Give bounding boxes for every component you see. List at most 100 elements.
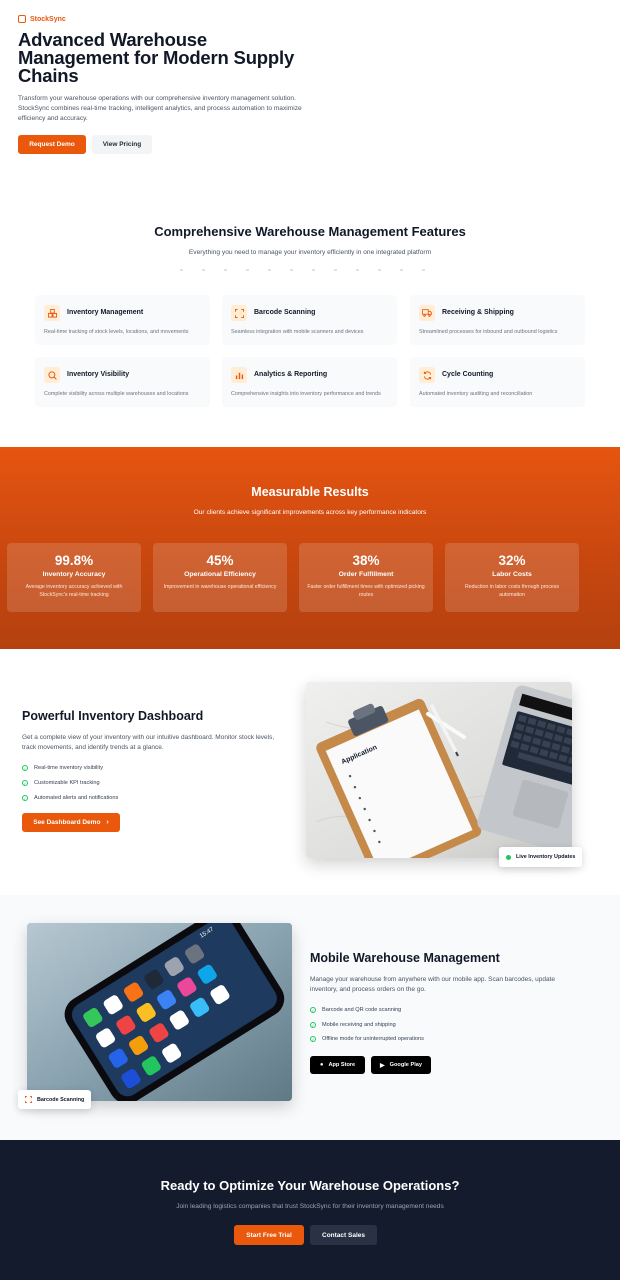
- feature-card-analytics-reporting: Analytics & Reporting Comprehensive insi…: [222, 357, 397, 407]
- see-dashboard-demo-button[interactable]: See Dashboard Demo ›: [22, 813, 120, 832]
- feature-card-description: Comprehensive insights into inventory pe…: [231, 391, 381, 397]
- check-circle-icon: ✓: [310, 1036, 316, 1042]
- stat-card-inventory-accuracy: 99.8% Inventory Accuracy Average invento…: [7, 543, 141, 612]
- contact-sales-button[interactable]: Contact Sales: [310, 1225, 377, 1245]
- features-section: Comprehensive Warehouse Management Featu…: [0, 200, 620, 447]
- status-dot: [506, 854, 511, 860]
- stat-value: 45%: [206, 553, 234, 568]
- check-circle-icon: ✓: [310, 1022, 316, 1028]
- dashboard-title: Powerful Inventory Dashboard: [22, 709, 204, 723]
- check-item-label: Customizable KPI tracking: [34, 780, 100, 786]
- search-icon: [44, 367, 60, 383]
- feature-card-title: Cycle Counting: [442, 371, 494, 378]
- badge-label: Barcode Scanning: [37, 1096, 85, 1103]
- badge-label: Live Inventory Updates: [516, 854, 576, 860]
- stat-value: 99.8%: [54, 553, 94, 568]
- check-item: ✓ Offline mode for uninterrupted operati…: [310, 1036, 424, 1042]
- dashboard-description: Get a complete view of your inventory wi…: [22, 734, 275, 751]
- mobile-title: Mobile Warehouse Management: [310, 951, 500, 965]
- check-circle-icon: ✓: [22, 795, 28, 801]
- stat-label: Operational Efficiency: [184, 571, 256, 578]
- google-play-label: Google Play: [389, 1062, 422, 1068]
- feature-card-description: Streamlined processes for inbound and ou…: [419, 329, 558, 335]
- feature-card-cycle-counting: Cycle Counting Automated inventory audit…: [410, 357, 585, 407]
- google-play-icon: ▶: [380, 1062, 385, 1069]
- google-play-button[interactable]: ▶ Google Play: [371, 1056, 431, 1074]
- results-subtitle: Our clients achieve significant improvem…: [193, 509, 427, 516]
- stat-card-operational-efficiency: 45% Operational Efficiency Improvement i…: [153, 543, 287, 612]
- logo-icon: [18, 15, 26, 23]
- view-pricing-button[interactable]: View Pricing: [92, 135, 152, 154]
- stat-card-labor-costs: 32% Labor Costs Reduction in labor costs…: [445, 543, 579, 612]
- scan-icon: [231, 305, 247, 321]
- button-label: See Dashboard Demo: [33, 819, 101, 826]
- feature-card-title: Inventory Management: [67, 309, 144, 316]
- stat-value: 38%: [352, 553, 380, 568]
- check-item-label: Mobile receiving and shipping: [322, 1022, 396, 1028]
- clipboard-laptop-image: Application: [306, 682, 572, 858]
- feature-card-description: Real-time tracking of stock levels, loca…: [44, 329, 189, 335]
- smartphone-image: 15:47: [27, 923, 292, 1101]
- decorative-divider: [180, 269, 430, 271]
- feature-card-description: Complete visibility across multiple ware…: [44, 391, 189, 397]
- feature-card-title: Receiving & Shipping: [442, 309, 514, 316]
- stat-value: 32%: [498, 553, 526, 568]
- app-store-button[interactable]: ● App Store: [310, 1056, 365, 1074]
- feature-card-inventory-visibility: Inventory Visibility Complete visibility…: [35, 357, 210, 407]
- check-circle-icon: ✓: [310, 1007, 316, 1013]
- stat-label: Inventory Accuracy: [42, 571, 106, 578]
- start-free-trial-button[interactable]: Start Free Trial: [234, 1225, 304, 1245]
- chart-icon: [231, 367, 247, 383]
- feature-card-title: Inventory Visibility: [67, 371, 130, 378]
- mobile-description: Manage your warehouse from anywhere with…: [310, 976, 555, 993]
- scan-icon: [25, 1096, 32, 1103]
- brand-logo[interactable]: StockSync: [18, 15, 66, 23]
- stat-label: Labor Costs: [492, 571, 532, 578]
- hero-title: Advanced Warehouse Management for Modern…: [18, 29, 295, 86]
- check-item: ✓ Automated alerts and notifications: [22, 795, 118, 801]
- stat-description: Improvement in warehouse operational eff…: [163, 584, 277, 590]
- check-item: ✓ Mobile receiving and shipping: [310, 1022, 396, 1028]
- boxes-icon: [44, 305, 60, 321]
- check-item-label: Automated alerts and notifications: [34, 795, 119, 801]
- apple-icon: ●: [319, 1062, 324, 1068]
- stat-label: Order Fulfillment: [338, 571, 394, 578]
- feature-card-description: Seamless integration with mobile scanner…: [231, 329, 364, 335]
- refresh-icon: [419, 367, 435, 383]
- truck-icon: [419, 305, 435, 321]
- features-title: Comprehensive Warehouse Management Featu…: [154, 224, 466, 239]
- feature-card-inventory-management: Inventory Management Real-time tracking …: [35, 295, 210, 345]
- check-item-label: Barcode and QR code scanning: [322, 1007, 402, 1013]
- brand-name: StockSync: [30, 15, 66, 23]
- cta-subtitle: Join leading logistics companies that tr…: [176, 1203, 444, 1210]
- cta-section: Ready to Optimize Your Warehouse Operati…: [0, 1140, 620, 1280]
- check-item: ✓ Real-time inventory visibility: [22, 765, 103, 771]
- stat-description: Reduction in labor costs through process…: [464, 584, 559, 598]
- live-inventory-badge: Live Inventory Updates: [499, 847, 583, 867]
- feature-card-receiving-shipping: Receiving & Shipping Streamlined process…: [410, 295, 585, 345]
- chevron-right-icon: ›: [106, 819, 109, 826]
- features-subtitle: Everything you need to manage your inven…: [188, 249, 432, 256]
- check-item-label: Offline mode for uninterrupted operation…: [322, 1036, 424, 1042]
- check-circle-icon: ✓: [22, 765, 28, 771]
- barcode-scanning-badge: Barcode Scanning: [18, 1090, 92, 1109]
- hero-section: StockSync Advanced Warehouse Management …: [0, 0, 620, 200]
- feature-card-description: Automated inventory auditing and reconci…: [419, 391, 533, 397]
- hero-description: Transform your warehouse operations with…: [18, 95, 302, 123]
- feature-card-barcode-scanning: Barcode Scanning Seamless integration wi…: [222, 295, 397, 345]
- request-demo-button[interactable]: Request Demo: [18, 135, 86, 154]
- results-title: Measurable Results: [251, 485, 369, 499]
- results-section: Measurable Results Our clients achieve s…: [0, 447, 620, 649]
- stat-description: Average inventory accuracy achieved with…: [25, 584, 123, 598]
- stat-description: Faster order fulfillment times with opti…: [307, 584, 425, 598]
- dashboard-section: Powerful Inventory Dashboard Get a compl…: [0, 649, 620, 895]
- feature-card-title: Barcode Scanning: [254, 309, 316, 316]
- feature-card-title: Analytics & Reporting: [254, 371, 328, 378]
- check-item: ✓ Customizable KPI tracking: [22, 780, 100, 786]
- cta-title: Ready to Optimize Your Warehouse Operati…: [160, 1178, 460, 1193]
- check-circle-icon: ✓: [22, 780, 28, 786]
- stat-card-order-fulfillment: 38% Order Fulfillment Faster order fulfi…: [299, 543, 433, 612]
- app-store-label: App Store: [328, 1062, 356, 1068]
- check-item: ✓ Barcode and QR code scanning: [310, 1007, 401, 1013]
- check-item-label: Real-time inventory visibility: [34, 765, 104, 771]
